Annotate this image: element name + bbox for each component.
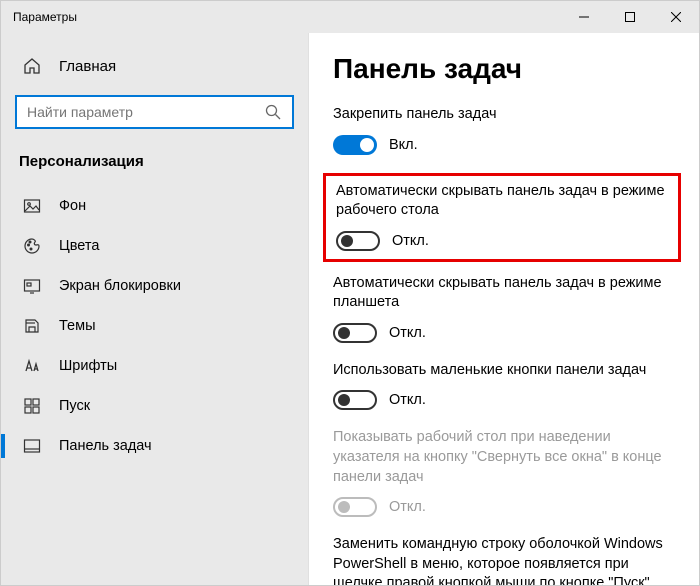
toggle-state: Откл. <box>392 233 429 249</box>
sidebar-item-lockscreen[interactable]: Экран блокировки <box>1 266 308 306</box>
content-pane: Панель задач Закрепить панель задач Вкл.… <box>309 33 699 585</box>
maximize-button[interactable] <box>607 1 653 33</box>
start-icon <box>23 397 41 415</box>
toggle-autohide-desktop[interactable] <box>336 231 380 251</box>
toggle-state: Откл. <box>389 499 426 515</box>
window-title: Параметры <box>13 10 77 24</box>
search-icon <box>264 103 282 121</box>
sidebar-home[interactable]: Главная <box>1 47 308 85</box>
sidebar-item-colors[interactable]: Цвета <box>1 226 308 266</box>
search-input[interactable] <box>27 104 264 120</box>
themes-icon <box>23 317 41 335</box>
picture-icon <box>23 197 41 215</box>
toggle-small-buttons[interactable] <box>333 390 377 410</box>
toggle-state: Откл. <box>389 392 426 408</box>
toggle-state: Откл. <box>389 325 426 341</box>
titlebar: Параметры <box>1 1 699 33</box>
sidebar-item-label: Темы <box>59 318 96 334</box>
setting-label: Закрепить панель задач <box>333 105 675 125</box>
setting-autohide-desktop: Автоматически скрывать панель задач в ре… <box>323 173 681 262</box>
setting-peek-desktop: Показывать рабочий стол при наведении ук… <box>333 428 675 517</box>
sidebar-item-themes[interactable]: Темы <box>1 306 308 346</box>
sidebar-item-label: Шрифты <box>59 358 117 374</box>
lockscreen-icon <box>23 277 41 295</box>
sidebar: Главная Персонализация Фон Цвета Экран <box>1 33 309 585</box>
setting-label: Использовать маленькие кнопки панели зад… <box>333 361 675 381</box>
setting-autohide-tablet: Автоматически скрывать панель задач в ре… <box>333 274 675 343</box>
sidebar-item-label: Пуск <box>59 398 90 414</box>
home-icon <box>23 57 41 75</box>
sidebar-item-background[interactable]: Фон <box>1 186 308 226</box>
page-title: Панель задач <box>333 53 675 85</box>
setting-label: Автоматически скрывать панель задач в ре… <box>333 274 675 313</box>
setting-small-buttons: Использовать маленькие кнопки панели зад… <box>333 361 675 411</box>
setting-label: Автоматически скрывать панель задач в ре… <box>336 182 668 221</box>
sidebar-item-label: Экран блокировки <box>59 278 181 294</box>
taskbar-icon <box>23 437 41 455</box>
toggle-state: Вкл. <box>389 137 418 153</box>
sidebar-item-taskbar[interactable]: Панель задач <box>1 426 308 466</box>
window-controls <box>561 1 699 33</box>
sidebar-item-label: Цвета <box>59 238 99 254</box>
toggle-autohide-tablet[interactable] <box>333 323 377 343</box>
sidebar-item-label: Фон <box>59 198 86 214</box>
minimize-button[interactable] <box>561 1 607 33</box>
setting-lock-taskbar: Закрепить панель задач Вкл. <box>333 105 675 155</box>
sidebar-item-fonts[interactable]: Шрифты <box>1 346 308 386</box>
toggle-lock-taskbar[interactable] <box>333 135 377 155</box>
toggle-peek-desktop <box>333 497 377 517</box>
sidebar-home-label: Главная <box>59 58 116 75</box>
setting-label: Показывать рабочий стол при наведении ук… <box>333 428 675 487</box>
search-box[interactable] <box>15 95 294 129</box>
setting-powershell: Заменить командную строку оболочкой Wind… <box>333 535 675 585</box>
close-button[interactable] <box>653 1 699 33</box>
sidebar-section-label: Персонализация <box>1 145 308 186</box>
setting-label: Заменить командную строку оболочкой Wind… <box>333 535 675 585</box>
sidebar-item-label: Панель задач <box>59 438 152 454</box>
fonts-icon <box>23 357 41 375</box>
palette-icon <box>23 237 41 255</box>
sidebar-item-start[interactable]: Пуск <box>1 386 308 426</box>
